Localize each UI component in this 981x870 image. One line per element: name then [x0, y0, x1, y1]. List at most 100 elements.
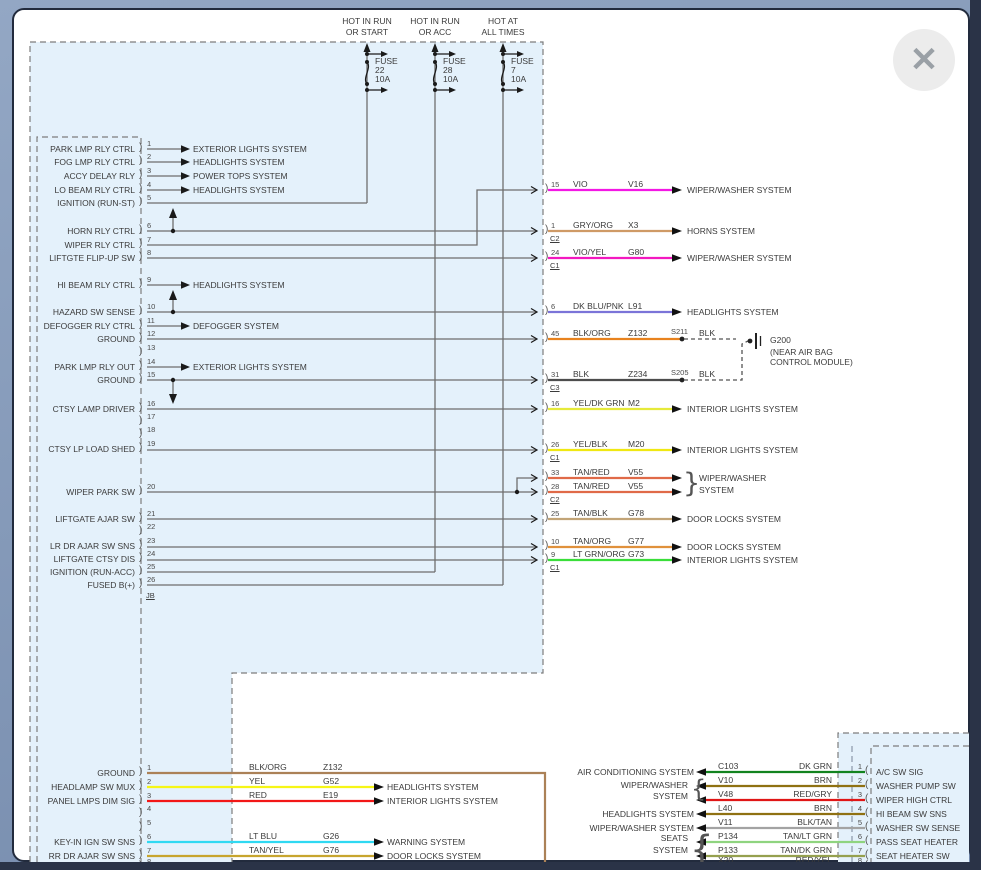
pin-bracket: ) — [139, 416, 142, 426]
wire-color-label: LT BLU — [249, 831, 277, 841]
br-pin-label: WASHER SW SENSE — [876, 823, 960, 833]
system-label: HEADLIGHTS SYSTEM — [387, 782, 479, 792]
connector-id: C1 — [550, 563, 560, 572]
bl-pin-number: 8 — [147, 857, 151, 866]
jb-pin-label: CTSY LP LOAD SHED — [14, 444, 135, 454]
jb-pin-label: HORN RLY CTRL — [14, 226, 135, 236]
br-pin-label: PASS SEAT HEATER — [876, 837, 958, 847]
wire-color-label: BLK/ORG — [573, 328, 611, 338]
jb-pin-number: 26 — [147, 575, 155, 584]
br-pin-number: 2 — [846, 776, 862, 785]
circuit-id: G77 — [628, 536, 644, 546]
jb-pin-label: FOG LMP RLY CTRL — [14, 157, 135, 167]
wire-color-label: VIO — [573, 179, 588, 189]
pin-bracket: ) — [139, 429, 142, 439]
pin-bracket: ) — [545, 403, 548, 413]
close-button[interactable]: ✕ — [893, 29, 955, 91]
jb-pin-number: 5 — [147, 193, 151, 202]
wire-color-label: RED/YEL — [760, 855, 832, 865]
right-pin-number: 45 — [551, 329, 559, 338]
bl-pin-number: 5 — [147, 818, 151, 827]
jb-pin-label: ACCY DELAY RLY — [14, 171, 135, 181]
pin-bracket: ( — [865, 808, 868, 818]
pin-bracket: ) — [139, 361, 142, 371]
jb-pin-number: 17 — [147, 412, 155, 421]
power-header-line1: HOT AT — [458, 16, 548, 26]
br-pin-label: WIPER HIGH CTRL — [876, 795, 952, 805]
pin-bracket: ) — [545, 541, 548, 551]
splice-label: S205 — [671, 368, 689, 377]
jb-pin-label: LO BEAM RLY CTRL — [14, 185, 135, 195]
pin-bracket: ) — [139, 579, 142, 589]
close-icon: ✕ — [910, 40, 939, 80]
pin-bracket: ) — [139, 850, 142, 860]
pin-bracket: ) — [139, 861, 142, 870]
system-label: SYSTEM — [699, 485, 734, 495]
circuit-id: V48 — [718, 789, 733, 799]
circuit-id: P134 — [718, 831, 738, 841]
pin-bracket: ) — [139, 333, 142, 343]
pin-bracket: ) — [139, 553, 142, 563]
bl-pin-number: 3 — [147, 791, 151, 800]
jb-pin-number: 4 — [147, 180, 151, 189]
circuit-id: Z132 — [323, 762, 342, 772]
br-pin-number: 7 — [846, 846, 862, 855]
connector-id: JB — [146, 591, 155, 600]
pin-bracket: ) — [139, 767, 142, 777]
jb-pin-number: 2 — [147, 152, 151, 161]
wire-color-label: VIO/YEL — [573, 247, 606, 257]
pin-bracket: ) — [545, 333, 548, 343]
pin-bracket: ) — [139, 252, 142, 262]
system-label: WIPER/WASHER SYSTEM — [514, 823, 694, 833]
bl-pin-label: RR DR AJAR SW SNS — [14, 851, 135, 861]
fuse-amps: 10A — [443, 74, 458, 84]
pin-bracket: ( — [865, 836, 868, 846]
pin-bracket: ) — [139, 239, 142, 249]
jb-pin-label: PARK LMP RLY OUT — [14, 362, 135, 372]
wire-color-label: GRY/ORG — [573, 220, 613, 230]
connector-id: C2 — [550, 495, 560, 504]
jb-pin-label: HI BEAM RLY CTRL — [14, 280, 135, 290]
pin-bracket: ) — [139, 566, 142, 576]
jb-pin-number: 15 — [147, 370, 155, 379]
pin-bracket: ) — [545, 252, 548, 262]
br-pin-number: 3 — [846, 790, 862, 799]
circuit-id: V11 — [718, 817, 733, 827]
system-label: WIPER/WASHER SYSTEM — [687, 185, 792, 195]
pin-bracket: ) — [139, 143, 142, 153]
wire-color-label: BLK/ORG — [249, 762, 287, 772]
bl-pin-number: 1 — [147, 763, 151, 772]
pin-bracket: ) — [545, 513, 548, 523]
bl-pin-number: 6 — [147, 832, 151, 841]
pin-bracket: ) — [545, 444, 548, 454]
connector-id: C2 — [550, 234, 560, 243]
jb-pin-label: LIFTGTE FLIP-UP SW — [14, 253, 135, 263]
pin-bracket: ) — [545, 184, 548, 194]
wire-color-label: TAN/RED — [573, 481, 610, 491]
wire-color-label: TAN/ORG — [573, 536, 611, 546]
br-pin-label: WASHER PUMP SW — [876, 781, 956, 791]
right-pin-number: 1 — [551, 221, 555, 230]
power-header-line2: ALL TIMES — [458, 27, 548, 37]
pin-bracket: ) — [545, 374, 548, 384]
jb-pin-number: 24 — [147, 549, 155, 558]
circuit-id: P133 — [718, 845, 738, 855]
system-label: HEADLIGHTS SYSTEM — [193, 157, 285, 167]
bl-pin-label: GROUND — [14, 768, 135, 778]
jb-pin-label: CTSY LAMP DRIVER — [14, 404, 135, 414]
system-label: WIPER/WASHER — [699, 473, 766, 483]
ground-dashed-wires — [684, 339, 748, 380]
circuit-id: L91 — [628, 301, 642, 311]
pin-bracket: ) — [139, 279, 142, 289]
pin-bracket: ) — [139, 443, 142, 453]
system-label: INTERIOR LIGHTS SYSTEM — [387, 796, 498, 806]
jb-pin-number: 22 — [147, 522, 155, 531]
wire-color-label: BLK — [699, 328, 715, 338]
jb-pin-number: 10 — [147, 302, 155, 311]
pin-bracket: ) — [139, 156, 142, 166]
system-label: INTERIOR LIGHTS SYSTEM — [687, 555, 798, 565]
br-pin-number: 4 — [846, 804, 862, 813]
br-pin-number: 1 — [846, 762, 862, 771]
circuit-id: V10 — [718, 775, 733, 785]
system-label: HEADLIGHTS SYSTEM — [193, 185, 285, 195]
